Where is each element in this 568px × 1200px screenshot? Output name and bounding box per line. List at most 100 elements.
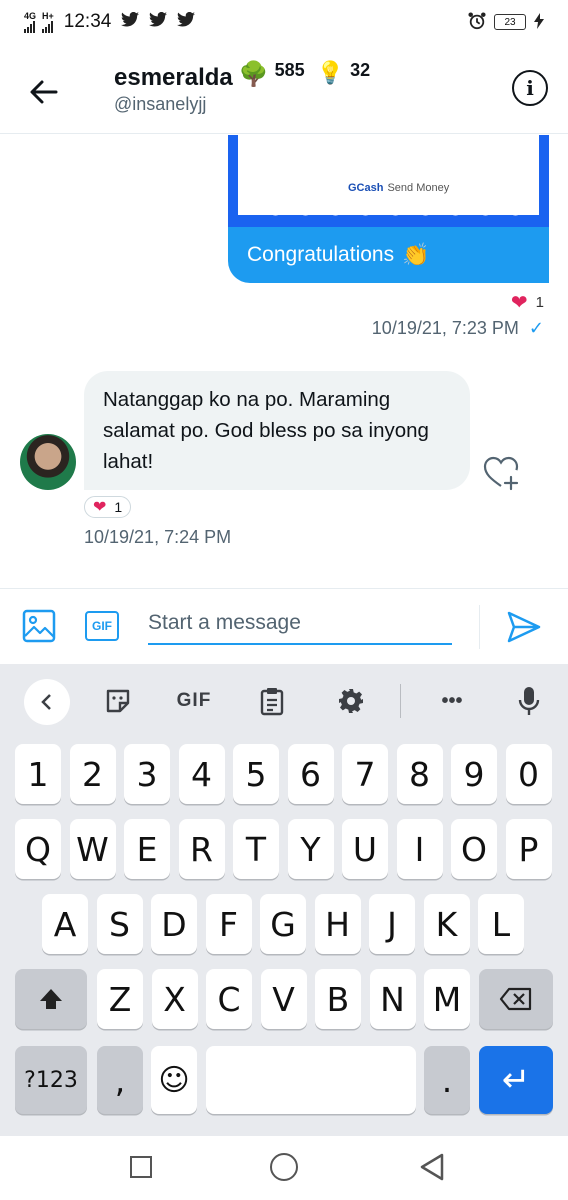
key-s[interactable]: S (96, 894, 143, 954)
clipboard-icon (260, 688, 284, 716)
key-y[interactable]: Y (287, 819, 334, 879)
emoji-key[interactable]: ☺ (151, 1046, 197, 1114)
key-j[interactable]: J (369, 894, 415, 954)
keyboard-toolbar: GIF ••• (0, 664, 568, 739)
heart-icon: ❤ (510, 292, 528, 314)
space-key[interactable] (206, 1046, 416, 1114)
key-t-label: T (245, 829, 267, 869)
key-g[interactable]: G (260, 894, 306, 954)
key-d[interactable]: D (151, 894, 197, 954)
shift-key[interactable] (15, 969, 87, 1029)
key-4[interactable]: 4 (178, 744, 225, 804)
key-1[interactable]: 1 (15, 744, 61, 804)
key-n[interactable]: N (369, 969, 416, 1029)
key-5[interactable]: 5 (233, 744, 279, 804)
receipt-body: GCash Send Money (238, 135, 539, 215)
key-9[interactable]: 9 (451, 744, 497, 804)
key-h-label: H (325, 904, 350, 944)
period-key[interactable]: . (424, 1046, 470, 1114)
message-input[interactable] (148, 603, 452, 645)
system-back-button[interactable] (418, 1152, 446, 1182)
clipboard-button[interactable] (256, 682, 288, 720)
heart-plus-icon (483, 456, 519, 491)
voice-input-button[interactable] (513, 682, 545, 720)
key-e[interactable]: E (124, 819, 170, 879)
toolbar-gif-label: GIF (176, 690, 212, 711)
info-button[interactable]: i (512, 70, 548, 106)
key-v[interactable]: V (260, 969, 307, 1029)
key-g-label: G (270, 904, 296, 944)
enter-key[interactable]: ↵ (479, 1046, 553, 1114)
battery-level: 23 (504, 16, 516, 28)
key-a[interactable]: A (42, 894, 88, 954)
key-x-label: X (163, 979, 186, 1019)
gif-button[interactable]: GIF (85, 611, 119, 641)
key-p[interactable]: P (505, 819, 552, 879)
more-dots-icon: ••• (441, 689, 463, 712)
conversation-title[interactable]: esmeralda 🌳 585 💡 32 @insanelyjj (114, 58, 370, 115)
settings-button[interactable] (334, 682, 368, 720)
more-button[interactable]: ••• (432, 682, 472, 720)
key-l-label: L (491, 904, 511, 944)
back-button[interactable] (24, 72, 64, 112)
key-h[interactable]: H (314, 894, 361, 954)
heart-icon: ❤ (93, 499, 107, 516)
add-reaction-button[interactable] (482, 455, 522, 491)
key-q[interactable]: Q (15, 819, 61, 879)
key-f[interactable]: F (205, 894, 252, 954)
key-4-label: 4 (191, 754, 212, 794)
key-r[interactable]: R (178, 819, 225, 879)
key-7[interactable]: 7 (342, 744, 388, 804)
sent-reaction[interactable]: ❤ 1 (511, 290, 544, 315)
key-t[interactable]: T (233, 819, 279, 879)
bulb-count: 32 (350, 60, 371, 80)
toolbar-gif-button[interactable]: GIF (170, 682, 218, 720)
key-n-label: N (380, 979, 405, 1019)
charging-icon (534, 12, 544, 32)
key-i[interactable]: I (396, 819, 443, 879)
key-o[interactable]: O (451, 819, 497, 879)
key-8[interactable]: 8 (396, 744, 443, 804)
info-icon: i (526, 76, 534, 100)
key-l[interactable]: L (478, 894, 524, 954)
key-6[interactable]: 6 (287, 744, 334, 804)
sent-message-bubble[interactable]: Congratulations 👏 (228, 227, 549, 283)
key-x[interactable]: X (151, 969, 198, 1029)
key-b[interactable]: B (315, 969, 361, 1029)
recents-button[interactable] (130, 1156, 152, 1178)
key-8-label: 8 (409, 754, 430, 794)
check-icon: ✓ (528, 318, 544, 338)
sent-timestamp: 10/19/21, 7:23 PM (371, 318, 519, 338)
tree-emoji: 🌳 (238, 61, 269, 88)
key-2[interactable]: 2 (69, 744, 116, 804)
comma-key[interactable]: , (97, 1046, 143, 1114)
gcash-receipt-image[interactable]: GCash Send Money (228, 135, 549, 227)
key-u[interactable]: U (342, 819, 388, 879)
image-button[interactable] (22, 609, 56, 643)
key-q-label: Q (25, 829, 51, 869)
key-z[interactable]: Z (97, 969, 143, 1029)
backspace-key[interactable] (479, 969, 553, 1029)
divider (479, 605, 480, 649)
received-message-bubble[interactable]: Natanggap ko na po. Maraming salamat po.… (84, 371, 470, 490)
key-w[interactable]: W (69, 819, 116, 879)
symbols-key[interactable]: ?123 (15, 1046, 87, 1114)
sticker-button[interactable] (102, 682, 134, 720)
key-f-label: F (219, 904, 238, 944)
key-k[interactable]: K (423, 894, 470, 954)
send-button[interactable] (506, 609, 542, 645)
key-3[interactable]: 3 (124, 744, 170, 804)
shift-icon (40, 989, 62, 1009)
comma-key-label: , (114, 1060, 126, 1100)
key-c[interactable]: C (206, 969, 252, 1029)
avatar[interactable] (20, 434, 76, 490)
period-key-label: . (441, 1060, 453, 1100)
received-reaction[interactable]: ❤ 1 (84, 496, 132, 518)
gif-label: GIF (92, 619, 112, 633)
network-type: 4G (24, 10, 37, 21)
key-6-label: 6 (300, 754, 321, 794)
key-m[interactable]: M (424, 969, 470, 1029)
key-0[interactable]: 0 (505, 744, 552, 804)
toolbar-collapse-button[interactable] (24, 679, 70, 725)
home-button[interactable] (270, 1153, 298, 1181)
